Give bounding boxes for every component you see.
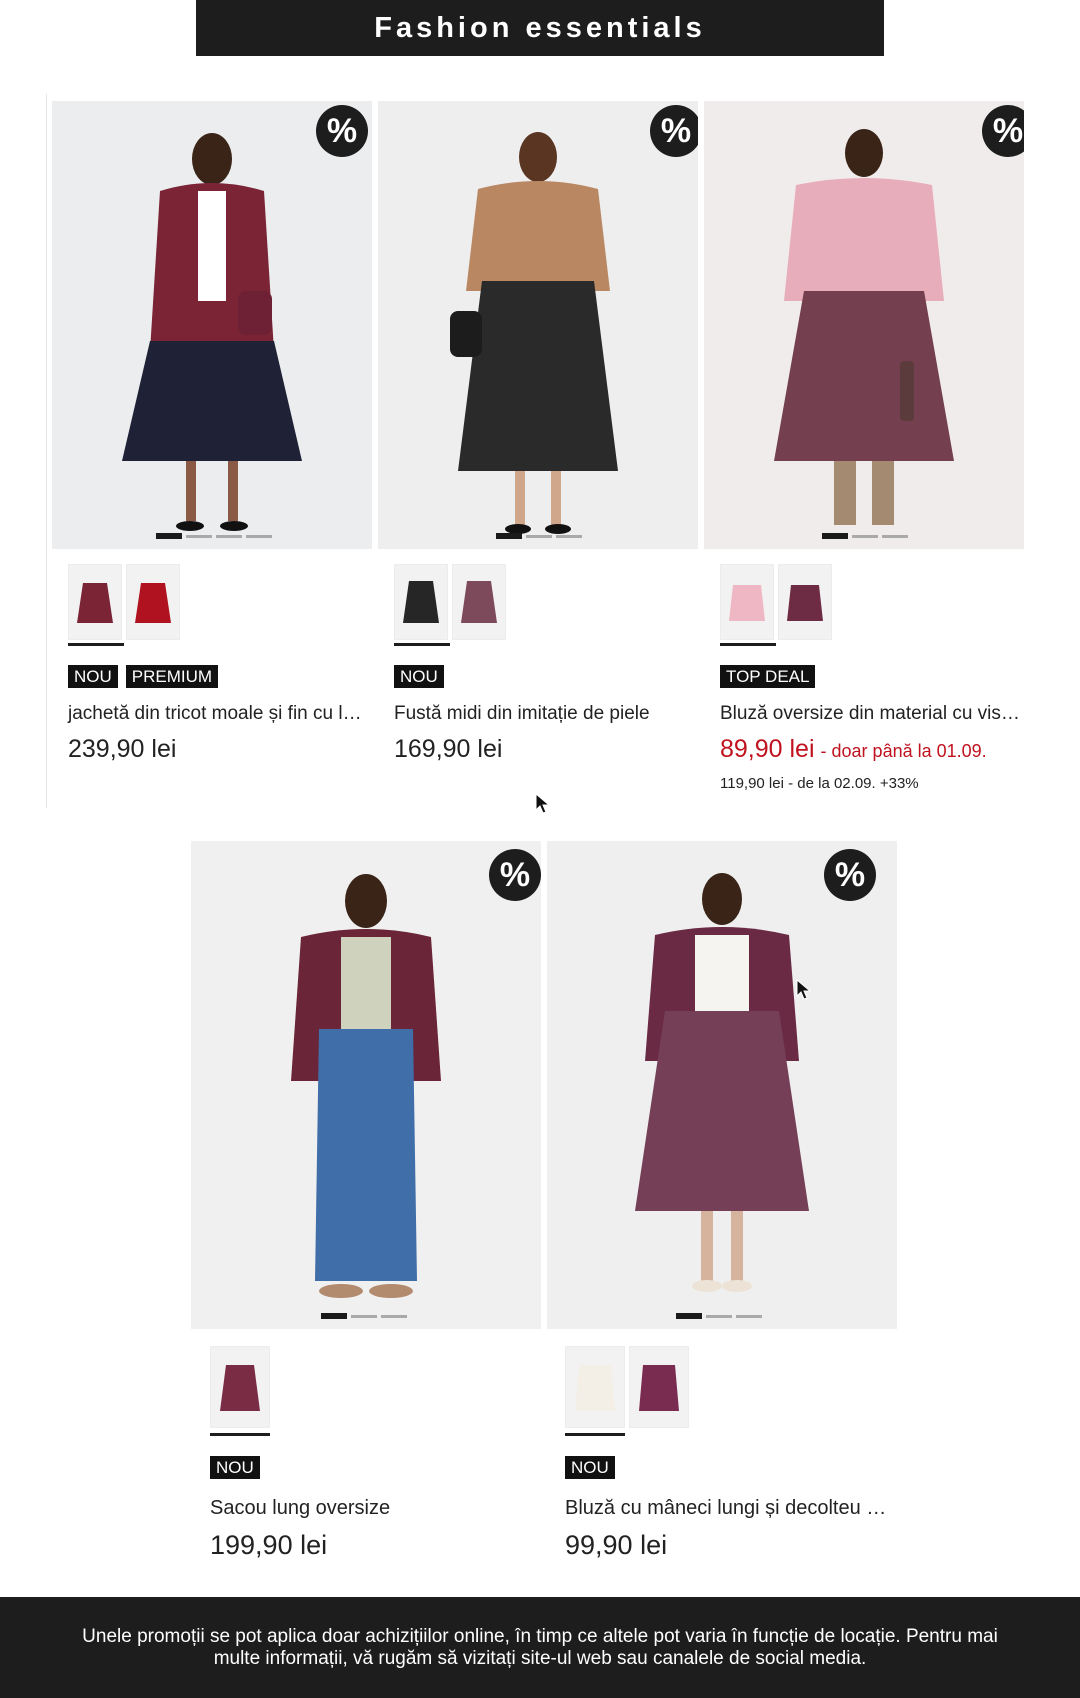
product-card-5[interactable]: % NOU Bluză cu mâneci lungi și decolteu …: [547, 841, 897, 1581]
color-swatch[interactable]: [210, 1346, 270, 1428]
model-blazer-jeans-image: [291, 874, 441, 1298]
carousel-dot[interactable]: [852, 535, 878, 538]
carousel-dots[interactable]: [496, 533, 582, 539]
swatch-garment: [135, 583, 171, 623]
model-pink-sweater-image: [774, 129, 954, 525]
product-price: 169,90 lei: [394, 735, 503, 763]
product-image[interactable]: %: [52, 101, 372, 549]
carousel-dots[interactable]: [321, 1313, 407, 1319]
new-tag: NOU: [210, 1456, 260, 1479]
model-cardigan-skirt-image: [122, 133, 302, 531]
product-name[interactable]: jachetă din tricot moale și fin cu l…: [68, 703, 362, 725]
product-name[interactable]: Sacou lung oversize: [210, 1497, 390, 1520]
carousel-dots[interactable]: [822, 533, 908, 539]
swatch-garment: [575, 1365, 615, 1411]
product-image[interactable]: %: [378, 101, 698, 549]
promo-disclaimer: Unele promoții se pot aplica doar achizi…: [0, 1597, 1080, 1698]
product-card-4[interactable]: % NOU Sacou lung oversize 199,90 lei: [191, 841, 541, 1581]
selected-swatch-indicator: [210, 1433, 270, 1436]
swatch-garment: [77, 583, 113, 623]
carousel-dot[interactable]: [496, 533, 522, 539]
swatch-garment: [729, 585, 765, 621]
selected-swatch-indicator: [720, 643, 776, 646]
selected-swatch-indicator: [565, 1433, 625, 1436]
carousel-dot[interactable]: [822, 533, 848, 539]
color-swatch[interactable]: [778, 564, 832, 640]
carousel-dot[interactable]: [706, 1315, 732, 1318]
color-swatch[interactable]: [629, 1346, 689, 1428]
color-swatch[interactable]: [452, 564, 506, 640]
sale-price: 89,90 lei: [720, 735, 815, 763]
color-swatch[interactable]: [394, 564, 448, 640]
color-swatch[interactable]: [68, 564, 122, 640]
color-swatch[interactable]: [565, 1346, 625, 1428]
selected-swatch-indicator: [394, 643, 450, 646]
new-tag: NOU: [565, 1456, 615, 1479]
carousel-dot[interactable]: [556, 535, 582, 538]
product-price: 99,90 lei: [565, 1530, 668, 1560]
carousel-dot[interactable]: [882, 535, 908, 538]
model-top-skirt-image: [635, 873, 809, 1292]
selected-swatch-indicator: [68, 643, 124, 646]
product-name[interactable]: Bluză cu mâneci lungi și decolteu …: [565, 1497, 886, 1520]
swatch-garment: [787, 585, 823, 621]
carousel-dot[interactable]: [156, 533, 182, 539]
carousel-dot[interactable]: [381, 1315, 407, 1318]
carousel-dot[interactable]: [351, 1315, 377, 1318]
mouse-cursor-icon: [535, 793, 551, 814]
discount-badge: %: [650, 105, 698, 157]
discount-badge: %: [824, 849, 876, 901]
product-card-3[interactable]: % TOP DEAL Bluză oversize din material c…: [704, 101, 1034, 801]
swatch-garment: [461, 581, 497, 623]
carousel-dot[interactable]: [186, 535, 212, 538]
sale-deadline: - doar până la 01.09.: [820, 741, 987, 761]
mouse-cursor-icon: [796, 979, 812, 1000]
product-name[interactable]: Fustă midi din imitație de piele: [394, 703, 650, 725]
carousel-dots[interactable]: [156, 533, 272, 539]
new-tag: NOU: [394, 665, 444, 688]
color-swatch[interactable]: [126, 564, 180, 640]
carousel-dots[interactable]: [676, 1313, 762, 1319]
product-card-2[interactable]: % NOU Fustă midi din imitație de piele 1…: [378, 101, 698, 801]
carousel-dot[interactable]: [676, 1313, 702, 1319]
product-image[interactable]: %: [547, 841, 897, 1329]
regular-price-note: 119,90 lei - de la 02.09. +33%: [720, 775, 919, 792]
discount-badge: %: [316, 105, 368, 157]
color-swatch[interactable]: [720, 564, 774, 640]
product-image[interactable]: %: [191, 841, 541, 1329]
carousel-dot[interactable]: [321, 1313, 347, 1319]
sale-price-row: 89,90 lei - doar până la 01.09.: [720, 735, 987, 764]
page-title: Fashion essentials: [196, 0, 884, 56]
carousel-dot[interactable]: [736, 1315, 762, 1318]
premium-tag: PREMIUM: [125, 665, 219, 688]
swatch-garment: [403, 581, 439, 623]
swatch-garment: [220, 1365, 260, 1411]
product-price: 239,90 lei: [68, 735, 177, 763]
swatch-garment: [639, 1365, 679, 1411]
top-deal-tag: TOP DEAL: [720, 665, 816, 688]
carousel-dot[interactable]: [246, 535, 272, 538]
product-image[interactable]: %: [704, 101, 1024, 549]
product-name[interactable]: Bluză oversize din material cu vis…: [720, 703, 1020, 725]
divider: [46, 94, 47, 808]
carousel-dot[interactable]: [216, 535, 242, 538]
discount-badge: %: [489, 849, 541, 901]
product-card-1[interactable]: % NOU PREMIUM jachetă din tricot moale ș…: [52, 101, 372, 801]
new-tag: NOU: [68, 665, 118, 688]
product-price: 199,90 lei: [210, 1530, 328, 1560]
model-sweater-skirt-image: [450, 132, 618, 534]
carousel-dot[interactable]: [526, 535, 552, 538]
